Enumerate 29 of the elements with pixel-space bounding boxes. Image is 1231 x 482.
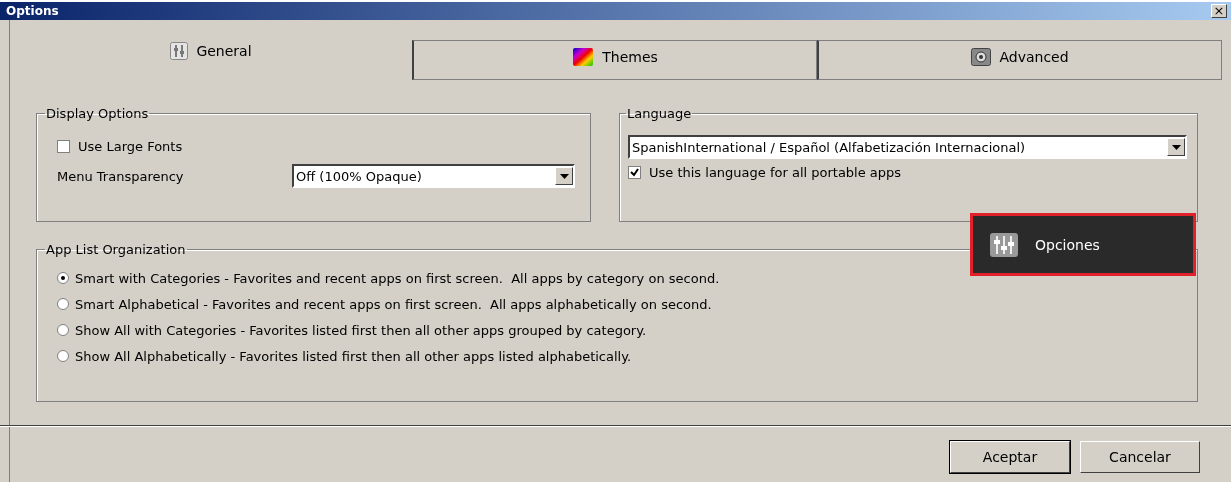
language-dropdown[interactable]: SpanishInternational / Español (Alfabetización Internacional) bbox=[628, 135, 1187, 159]
checkbox[interactable] bbox=[57, 139, 70, 153]
sliders-icon bbox=[989, 231, 1019, 258]
radio-label: Smart with Categories - Favorites and recent apps on first screen. All apps by category on second. bbox=[75, 270, 720, 286]
radio-button[interactable] bbox=[57, 272, 69, 284]
radio-button[interactable] bbox=[57, 350, 69, 362]
field-label: Menu Transparency bbox=[57, 168, 185, 184]
tab[interactable]: Advanced bbox=[817, 40, 1222, 80]
radio-button[interactable] bbox=[57, 324, 69, 336]
window-title: Options bbox=[6, 4, 59, 18]
radio-label: Smart Alphabetical - Favorites and recent apps on first screen. All apps alphabetically on second. bbox=[75, 296, 712, 312]
radio-label: Show All Alphabetically - Favorites listed first then all other apps listed alphabetically. bbox=[75, 348, 632, 364]
group-title: Language bbox=[626, 106, 693, 121]
group-title: Display Options bbox=[45, 106, 150, 121]
sliders-icon bbox=[170, 42, 189, 60]
color-palette-icon bbox=[572, 47, 595, 67]
radio-button[interactable] bbox=[57, 298, 69, 310]
checkbox-label: Use this language for all portable apps bbox=[649, 164, 902, 180]
tab[interactable]: Themes bbox=[412, 40, 817, 80]
camera-icon bbox=[971, 48, 992, 66]
transparency-dropdown[interactable]: Off (100% Opaque) bbox=[292, 164, 575, 188]
radio-label: Show All with Categories - Favorites listed first then all other apps grouped by category. bbox=[75, 322, 647, 338]
dialog-button[interactable]: Aceptar bbox=[950, 441, 1070, 473]
close-button[interactable]: × bbox=[1211, 4, 1227, 18]
dialog-button[interactable]: Cancelar bbox=[1080, 441, 1200, 473]
checkbox-label: Use Large Fonts bbox=[78, 138, 183, 154]
checkbox[interactable] bbox=[628, 165, 641, 179]
group-title: App List Organization bbox=[45, 242, 187, 257]
options-menu-item[interactable]: Opciones bbox=[970, 213, 1196, 276]
